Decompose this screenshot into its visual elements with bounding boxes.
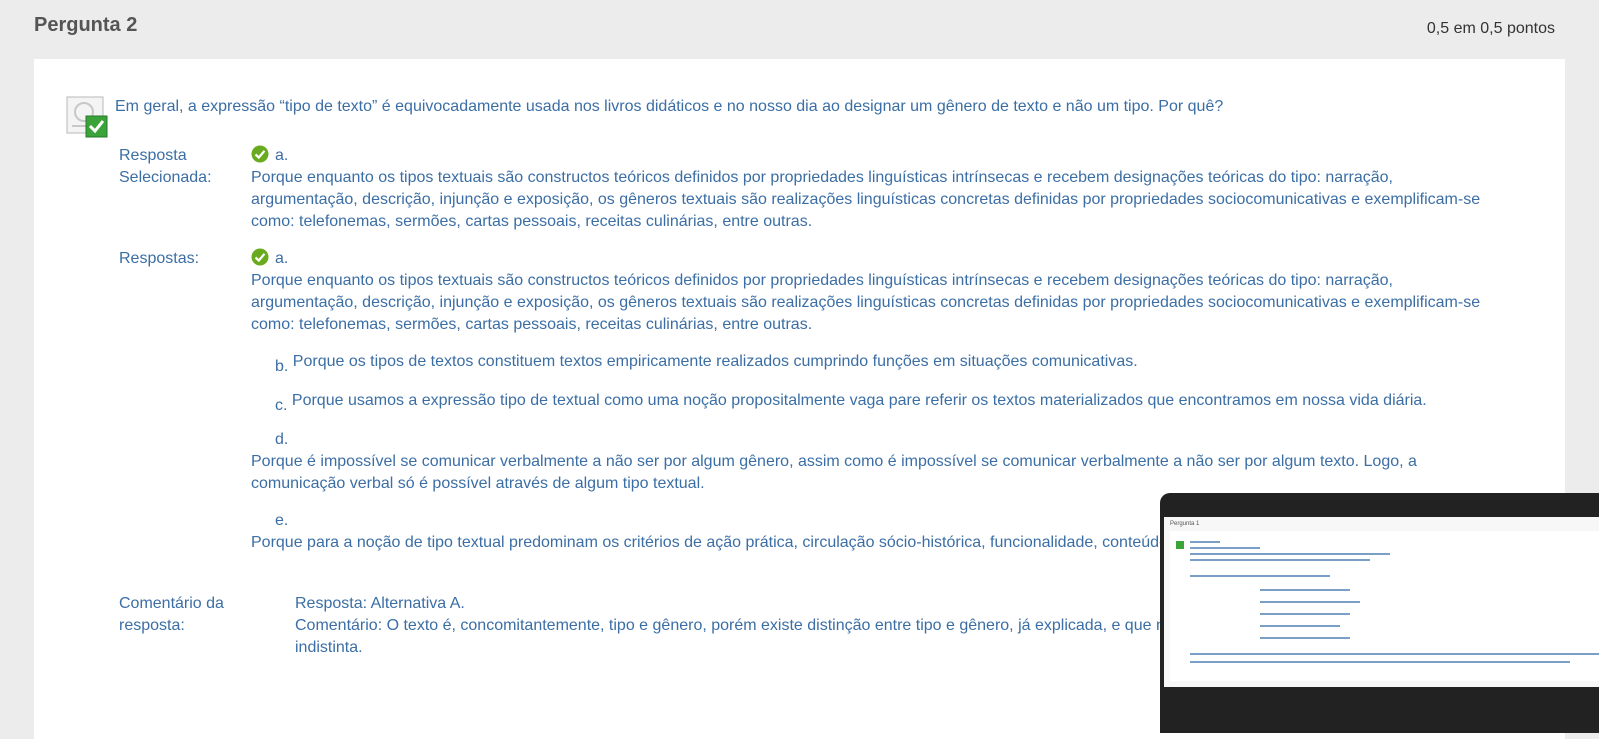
answers-label: Respostas: [119,250,200,267]
selected-answer-text: Porque enquanto os tipos textuais são co… [251,169,1481,230]
option-letter: c. [275,397,288,414]
thumbnail-card [1170,531,1599,681]
selected-answer: a. Porque enquanto os tipos textuais são… [251,145,1481,233]
answer-option-b: b. Porque os tipos de textos constituem … [275,351,1505,375]
thumbnail-preview[interactable]: Pergunta 1 [1160,493,1599,733]
answer-option-c: c. Porque usamos a expressão tipo de tex… [275,390,1505,414]
feedback-label: Comentário da resposta: [119,595,224,634]
check-icon [251,248,269,266]
selected-answer-letter: a. [275,147,289,164]
option-text: Porque é impossível se comunicar verbalm… [251,453,1417,492]
question-points: 0,5 em 0,5 pontos [1426,20,1555,37]
answer-option-a: a. Porque enquanto os tipos textuais são… [251,248,1481,336]
option-letter: d. [275,431,289,448]
option-letter: b. [275,358,289,375]
option-text: Porque usamos a expressão tipo de textua… [291,392,1427,409]
option-letter: a. [275,250,289,267]
question-text: Em geral, a expressão “tipo de texto” é … [115,98,1224,115]
check-icon [251,145,269,163]
thumbnail-page: Pergunta 1 [1164,517,1599,687]
correct-question-icon [66,96,108,138]
thumbnail-title: Pergunta 1 [1170,521,1200,527]
selected-answer-label: Resposta Selecionada: [119,147,212,186]
thumbnail-check-icon [1176,541,1184,549]
option-text: Porque os tipos de textos constituem tex… [292,353,1138,370]
question-title: Pergunta 2 [34,14,138,36]
answer-option-d: d. Porque é impossível se comunicar verb… [251,429,1481,495]
option-text: Porque enquanto os tipos textuais são co… [251,272,1481,333]
